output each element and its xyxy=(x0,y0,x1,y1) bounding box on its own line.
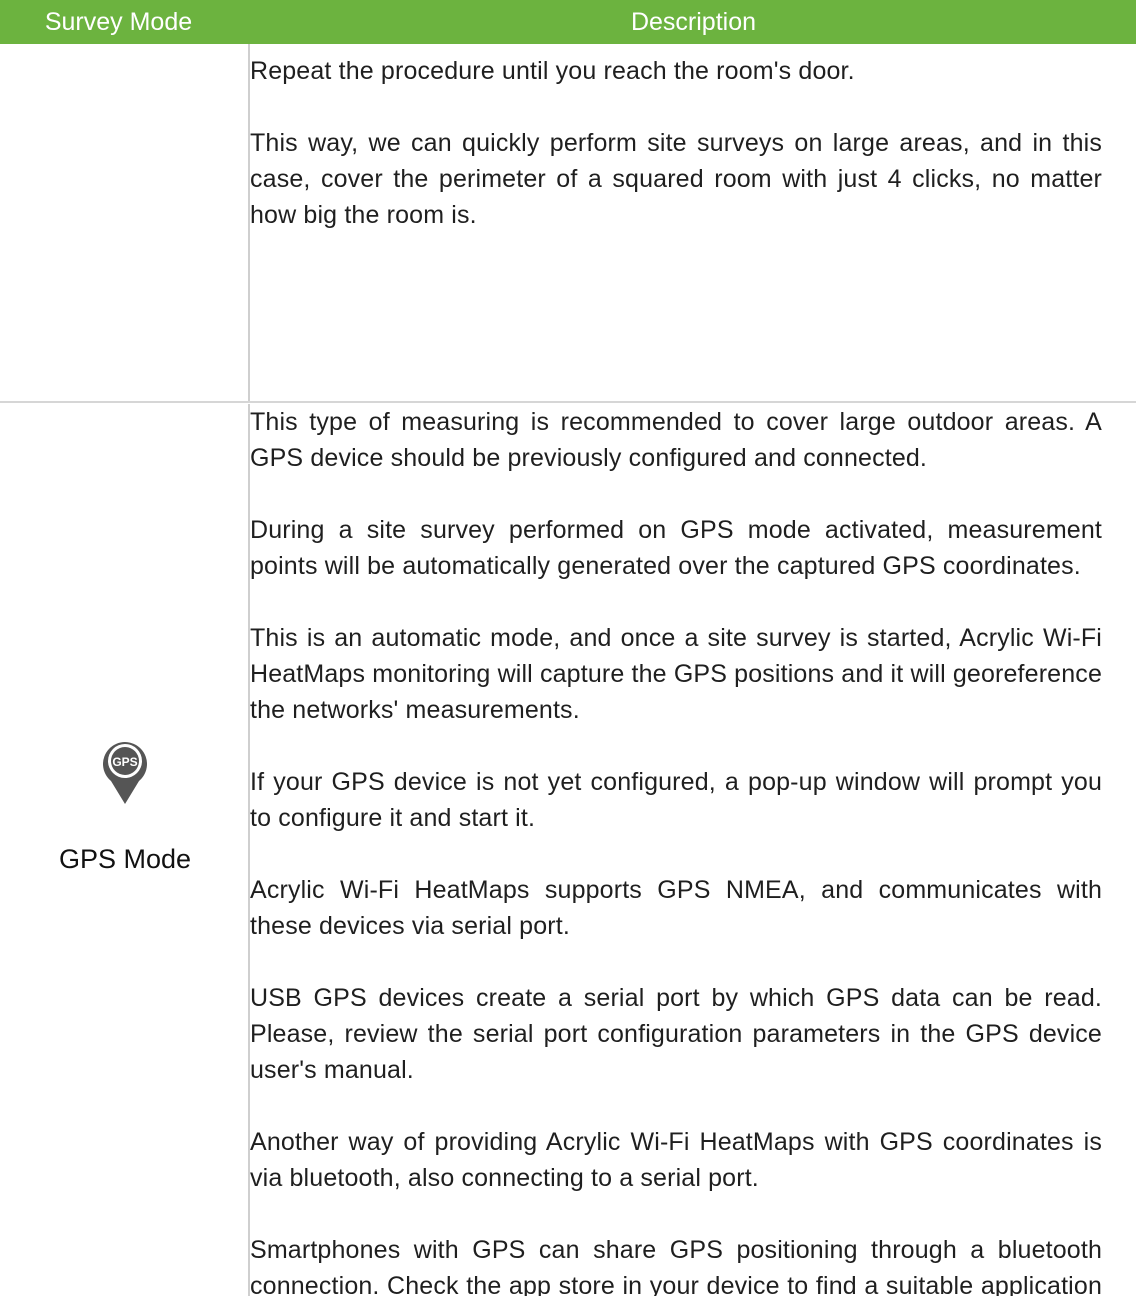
row-divider xyxy=(0,401,1136,403)
description-paragraph: Repeat the procedure until you reach the… xyxy=(250,57,855,85)
header-gap xyxy=(237,0,251,44)
table-row: GPS GPS Mode This type of measuring is r… xyxy=(0,404,1136,1296)
mode-cell: GPS GPS Mode xyxy=(0,404,250,1296)
header-survey-mode: Survey Mode xyxy=(0,0,237,44)
description-paragraph: This way, we can quickly perform site su… xyxy=(250,129,1102,229)
gps-mode-label: GPS Mode xyxy=(58,844,192,874)
description-paragraph: During a site survey performed on GPS mo… xyxy=(250,516,1102,580)
description-paragraph: Smartphones with GPS can share GPS posit… xyxy=(250,1236,1102,1296)
gps-pin-icon: GPS xyxy=(103,742,147,804)
description-cell: This type of measuring is recommended to… xyxy=(250,404,1136,1296)
table-header: Survey Mode Description xyxy=(0,0,1136,44)
description-paragraph: If your GPS device is not yet configured… xyxy=(250,768,1102,832)
mode-cell xyxy=(0,44,250,402)
description-paragraph: Another way of providing Acrylic Wi-Fi H… xyxy=(250,1128,1102,1192)
description-paragraph: This is an automatic mode, and once a si… xyxy=(250,624,1102,724)
svg-text:GPS: GPS xyxy=(112,755,137,769)
gps-mode-block: GPS GPS Mode xyxy=(0,734,250,875)
description-paragraph: Acrylic Wi-Fi HeatMaps supports GPS NMEA… xyxy=(250,876,1102,940)
header-description: Description xyxy=(251,0,1136,44)
description-paragraph: This type of measuring is recommended to… xyxy=(250,408,1102,472)
description-cell: Repeat the procedure until you reach the… xyxy=(250,44,1136,402)
description-paragraph: USB GPS devices create a serial port by … xyxy=(250,984,1102,1084)
table-row: Repeat the procedure until you reach the… xyxy=(0,44,1136,402)
